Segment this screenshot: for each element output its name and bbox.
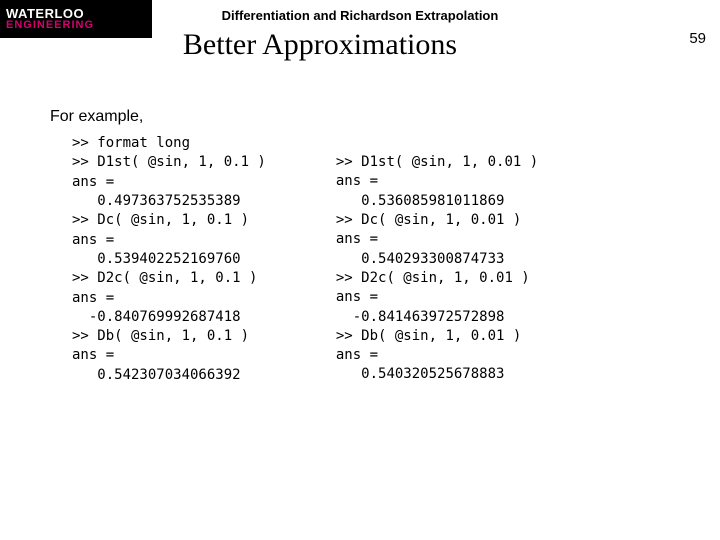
- page-number: 59: [689, 30, 706, 47]
- slide-title: Better Approximations: [0, 28, 640, 62]
- intro-text: For example,: [50, 108, 143, 126]
- slide-topic: Differentiation and Richardson Extrapola…: [0, 8, 720, 23]
- code-left: >> format long >> D1st( @sin, 1, 0.1 ) a…: [72, 134, 266, 385]
- code-right: >> D1st( @sin, 1, 0.01 ) ans = 0.5360859…: [336, 134, 538, 385]
- code-columns: >> format long >> D1st( @sin, 1, 0.1 ) a…: [72, 134, 682, 385]
